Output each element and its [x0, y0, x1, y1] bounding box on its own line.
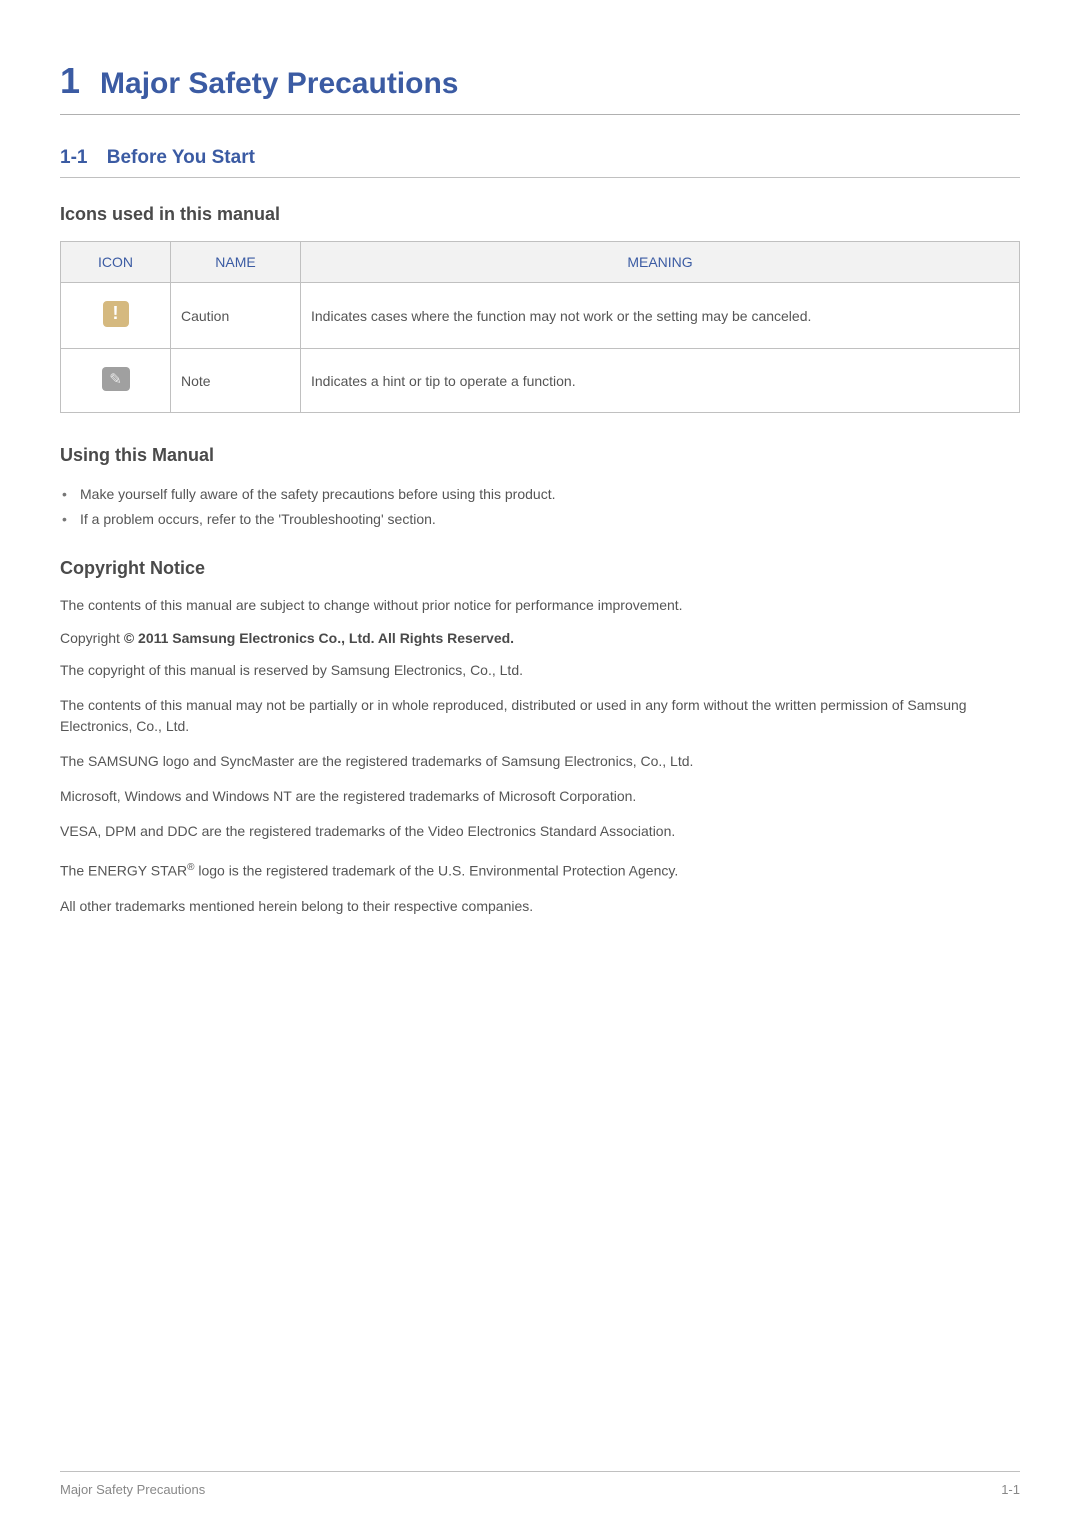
using-manual-section: Using this Manual Make yourself fully aw… [60, 445, 1020, 532]
meaning-cell: Indicates a hint or tip to operate a fun… [301, 349, 1020, 413]
note-icon [102, 367, 130, 391]
icon-cell-caution [61, 283, 171, 349]
copyright-symbol: © [124, 630, 134, 646]
name-cell: Caution [171, 283, 301, 349]
header-name: NAME [171, 242, 301, 283]
copyright-para: The contents of this manual may not be p… [60, 695, 1020, 737]
copyright-heading: Copyright Notice [60, 558, 1020, 579]
table-header-row: ICON NAME MEANING [61, 242, 1020, 283]
icons-table: ICON NAME MEANING Caution Indicates case… [60, 241, 1020, 413]
header-meaning: MEANING [301, 242, 1020, 283]
energy-star-line: The ENERGY STAR® logo is the registered … [60, 860, 1020, 882]
copyright-line: Copyright © 2011 Samsung Electronics Co.… [60, 630, 1020, 646]
list-item: Make yourself fully aware of the safety … [60, 482, 1020, 507]
icons-heading: Icons used in this manual [60, 204, 1020, 225]
copyright-para: The copyright of this manual is reserved… [60, 660, 1020, 681]
copyright-text: 2011 Samsung Electronics Co., Ltd. All R… [134, 630, 514, 646]
copyright-prefix: Copyright [60, 630, 124, 646]
table-row: Note Indicates a hint or tip to operate … [61, 349, 1020, 413]
section-title: 1-1 Before You Start [60, 147, 1020, 178]
trademarks-trailing: All other trademarks mentioned herein be… [60, 896, 1020, 917]
copyright-para: The SAMSUNG logo and SyncMaster are the … [60, 751, 1020, 772]
name-cell: Note [171, 349, 301, 413]
meaning-cell: Indicates cases where the function may n… [301, 283, 1020, 349]
icon-cell-note [61, 349, 171, 413]
section-number: 1-1 [60, 147, 87, 168]
list-item: If a problem occurs, refer to the 'Troub… [60, 507, 1020, 532]
table-row: Caution Indicates cases where the functi… [61, 283, 1020, 349]
copyright-section: Copyright Notice The contents of this ma… [60, 558, 1020, 917]
footer-left: Major Safety Precautions [60, 1482, 205, 1497]
icons-section: Icons used in this manual ICON NAME MEAN… [60, 204, 1020, 413]
footer-right: 1-1 [1001, 1482, 1020, 1497]
using-manual-heading: Using this Manual [60, 445, 1020, 466]
chapter-title: 1 Major Safety Precautions [60, 60, 1020, 115]
copyright-intro: The contents of this manual are subject … [60, 595, 1020, 616]
energy-star-post: logo is the registered trademark of the … [194, 863, 678, 879]
using-manual-list: Make yourself fully aware of the safety … [60, 482, 1020, 532]
chapter-text: Major Safety Precautions [100, 67, 458, 101]
copyright-para: Microsoft, Windows and Windows NT are th… [60, 786, 1020, 807]
section-text: Before You Start [107, 147, 255, 168]
copyright-para: VESA, DPM and DDC are the registered tra… [60, 821, 1020, 842]
energy-star-pre: The ENERGY STAR [60, 863, 187, 879]
chapter-number: 1 [60, 60, 80, 102]
caution-icon [103, 301, 129, 327]
page-footer: Major Safety Precautions 1-1 [60, 1471, 1020, 1497]
header-icon: ICON [61, 242, 171, 283]
